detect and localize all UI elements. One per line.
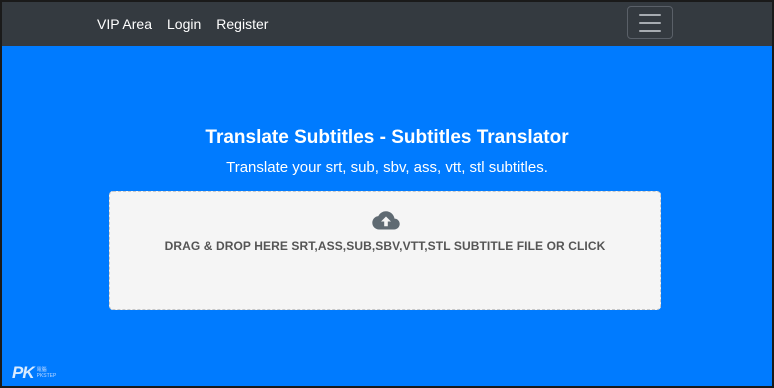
dropzone-label: DRAG & DROP HERE SRT,ASS,SUB,SBV,VTT,STL… bbox=[164, 239, 606, 253]
hamburger-icon-bar bbox=[639, 29, 661, 32]
hamburger-icon-bar bbox=[639, 21, 661, 24]
nav-link-login[interactable]: Login bbox=[167, 16, 201, 32]
watermark-caption: 電腦 PKSTEP bbox=[37, 367, 57, 379]
watermark-logo: PK 電腦 PKSTEP bbox=[12, 363, 56, 383]
navbar-toggler-button[interactable] bbox=[627, 6, 673, 39]
top-navbar: VIP Area Login Register bbox=[2, 2, 772, 46]
page-subtitle: Translate your srt, sub, sbv, ass, vtt, … bbox=[226, 159, 548, 176]
watermark-logo-text: PK bbox=[12, 363, 35, 382]
nav-link-vip-area[interactable]: VIP Area bbox=[97, 16, 152, 32]
file-dropzone[interactable]: DRAG & DROP HERE SRT,ASS,SUB,SBV,VTT,STL… bbox=[109, 191, 661, 310]
cloud-upload-icon bbox=[372, 211, 400, 230]
page-title: Translate Subtitles - Subtitles Translat… bbox=[205, 127, 569, 148]
nav-links: VIP Area Login Register bbox=[97, 2, 268, 46]
watermark-caption-line: PKSTEP bbox=[36, 373, 57, 379]
hamburger-icon-bar bbox=[639, 13, 661, 16]
nav-link-register[interactable]: Register bbox=[216, 16, 268, 32]
app-window: VIP Area Login Register Translate Subtit… bbox=[0, 0, 774, 388]
